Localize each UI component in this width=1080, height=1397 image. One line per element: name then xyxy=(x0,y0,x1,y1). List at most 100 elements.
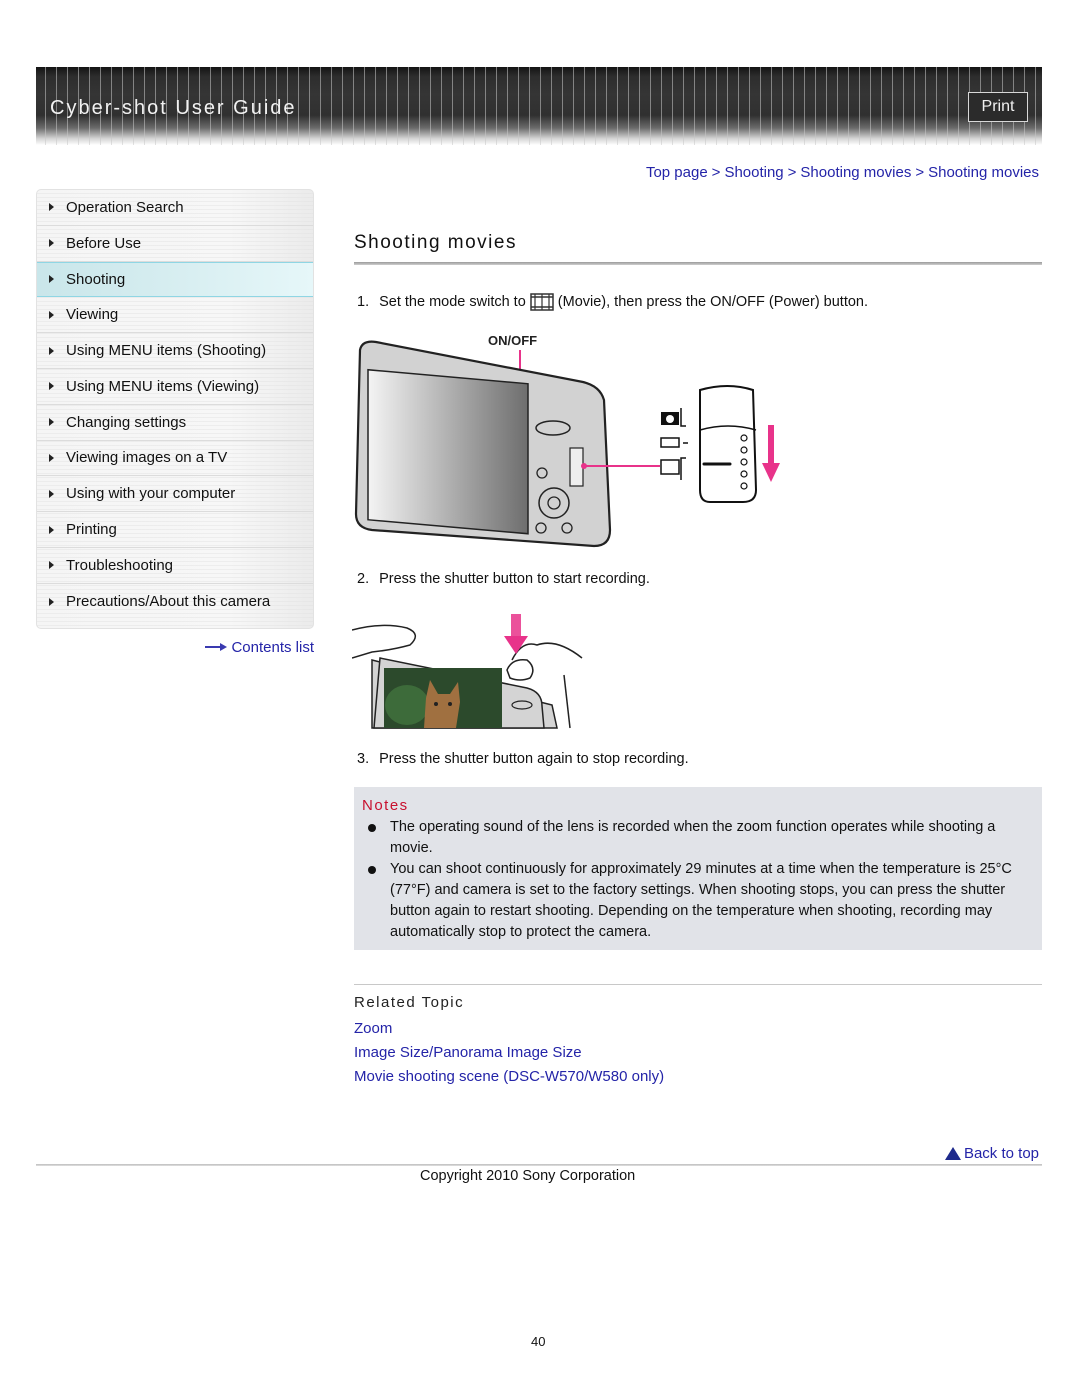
step-number: 3. xyxy=(357,751,370,767)
triangle-right-icon xyxy=(49,239,54,248)
step-number: 1. xyxy=(357,294,370,310)
triangle-right-icon xyxy=(49,382,54,391)
triangle-right-icon xyxy=(49,346,54,355)
sidebar-item-before-use[interactable]: Before Use xyxy=(37,226,313,262)
arrow-right-icon xyxy=(205,643,228,651)
sidebar-nav: Operation Search Before Use Shooting Vie… xyxy=(36,189,314,629)
triangle-right-icon xyxy=(49,597,54,606)
step-text: Set the mode switch to xyxy=(379,294,526,310)
triangle-right-icon xyxy=(49,453,54,462)
sidebar-item-label: Using with your computer xyxy=(66,485,236,503)
back-to-top-label: Back to top xyxy=(963,1145,1039,1162)
triangle-right-icon xyxy=(49,203,54,212)
related-topic-heading: Related Topic xyxy=(354,994,465,1011)
sidebar-item-troubleshooting[interactable]: Troubleshooting xyxy=(37,548,313,584)
related-link-image-size[interactable]: Image Size/Panorama Image Size xyxy=(354,1044,582,1061)
notes-title: Notes xyxy=(362,797,409,814)
movie-mode-icon xyxy=(530,293,554,311)
sidebar-item-label: Changing settings xyxy=(66,413,187,431)
step-1: 1. Set the mode switch to (Movie), then … xyxy=(357,293,868,311)
arrow-down-icon xyxy=(768,425,774,463)
bullet-icon xyxy=(368,824,376,832)
camera-screen xyxy=(367,368,529,535)
shutter-press-illustration xyxy=(352,614,583,729)
step-text: (Movie), then press the ON/OFF (Power) b… xyxy=(557,294,869,310)
sidebar-item-label: Precautions/About this camera xyxy=(66,593,271,611)
on-off-label: ON/OFF xyxy=(488,333,537,348)
left-hand xyxy=(352,624,416,659)
breadcrumb-shooting[interactable]: Shooting xyxy=(724,164,783,181)
related-divider xyxy=(354,984,1042,985)
sidebar-item-viewing-on-tv[interactable]: Viewing images on a TV xyxy=(37,441,313,477)
step-text: Press the shutter button to start record… xyxy=(379,571,650,587)
sidebar-item-label: Shooting xyxy=(66,270,126,288)
pointer-dot xyxy=(581,463,587,469)
sidebar-item-label: Viewing xyxy=(66,306,119,324)
mode-bracket xyxy=(680,457,686,480)
sidebar-item-menu-shooting[interactable]: Using MENU items (Shooting) xyxy=(37,333,313,369)
sidebar-item-shooting[interactable]: Shooting xyxy=(37,261,313,298)
triangle-right-icon xyxy=(49,275,54,284)
sidebar-item-label: Before Use xyxy=(66,234,142,252)
arrow-down-icon xyxy=(511,614,521,638)
back-to-top-link[interactable]: Back to top xyxy=(944,1145,1039,1162)
breadcrumb: Top page > Shooting > Shooting movies > Shooti… xyxy=(646,164,1039,181)
sidebar-item-label: Using MENU items (Shooting) xyxy=(66,342,267,360)
triangle-right-icon xyxy=(49,310,54,319)
sidebar-item-label: Printing xyxy=(66,521,117,539)
mode-switch xyxy=(569,447,584,487)
triangle-right-icon xyxy=(49,561,54,570)
title-divider xyxy=(354,262,1042,265)
copyright-text: Copyright 2010 Sony Corporation xyxy=(420,1168,636,1184)
step-text: Press the shutter button again to stop r… xyxy=(379,751,689,767)
sidebar-item-computer[interactable]: Using with your computer xyxy=(37,476,313,513)
footer-divider xyxy=(36,1164,1042,1166)
finger xyxy=(506,658,534,681)
related-link-movie-scene[interactable]: Movie shooting scene (DSC-W570/W580 only… xyxy=(354,1068,664,1085)
related-link-zoom[interactable]: Zoom xyxy=(354,1020,392,1037)
sidebar-item-menu-viewing[interactable]: Using MENU items (Viewing) xyxy=(37,369,313,405)
breadcrumb-separator: > xyxy=(787,164,797,181)
sidebar-item-operation-search[interactable]: Operation Search xyxy=(37,190,313,226)
breadcrumb-shooting-movies[interactable]: Shooting movies xyxy=(800,164,911,181)
header-banner: Cyber-shot User Guide Print xyxy=(36,67,1042,145)
sidebar-item-label: Using MENU items (Viewing) xyxy=(66,377,260,395)
app-title: Cyber-shot User Guide xyxy=(50,97,297,119)
bullet-icon xyxy=(368,866,376,874)
note-item: The operating sound of the lens is recor… xyxy=(364,817,1040,859)
triangle-right-icon xyxy=(49,418,54,427)
triangle-up-icon xyxy=(944,1147,961,1160)
mode-bracket xyxy=(680,408,686,427)
contents-list-label: Contents list xyxy=(231,638,314,656)
right-hand xyxy=(511,642,583,661)
note-item: You can shoot continuously for approxima… xyxy=(364,859,1040,943)
contents-list-link[interactable]: Contents list xyxy=(200,637,314,657)
camera-mode-switch-illustration: ON/OFF xyxy=(354,333,780,548)
sidebar-item-label: Viewing images on a TV xyxy=(66,449,228,467)
print-button[interactable]: Print xyxy=(968,92,1028,122)
movie-mode-icon xyxy=(660,459,680,475)
camera-mode-icon-lens xyxy=(666,415,674,423)
sidebar-item-viewing[interactable]: Viewing xyxy=(37,297,313,334)
breadcrumb-separator: > xyxy=(711,164,721,181)
step-number: 2. xyxy=(357,571,370,587)
notes-box: Notes The operating sound of the lens is… xyxy=(354,787,1042,950)
page-title: Shooting movies xyxy=(354,232,517,253)
sidebar-item-label: Troubleshooting xyxy=(66,556,174,574)
sidebar-item-changing-settings[interactable]: Changing settings xyxy=(37,405,313,441)
sidebar-item-label: Operation Search xyxy=(66,198,184,216)
panorama-mode-icon xyxy=(660,437,680,448)
page-number: 40 xyxy=(531,1334,546,1349)
breadcrumb-current[interactable]: Shooting movies xyxy=(928,164,1039,181)
breadcrumb-separator: > xyxy=(915,164,925,181)
arrow-down-icon-head xyxy=(762,463,780,482)
sidebar-item-printing[interactable]: Printing xyxy=(37,512,313,548)
screen-foliage xyxy=(385,685,429,725)
sidebar-item-precautions[interactable]: Precautions/About this camera xyxy=(37,584,313,620)
triangle-right-icon xyxy=(49,489,54,498)
step-2: 2. Press the shutter button to start rec… xyxy=(357,571,650,587)
switch-closeup xyxy=(699,385,758,503)
breadcrumb-top-page[interactable]: Top page xyxy=(646,164,708,181)
note-text: The operating sound of the lens is recor… xyxy=(390,819,996,856)
triangle-right-icon xyxy=(49,525,54,534)
